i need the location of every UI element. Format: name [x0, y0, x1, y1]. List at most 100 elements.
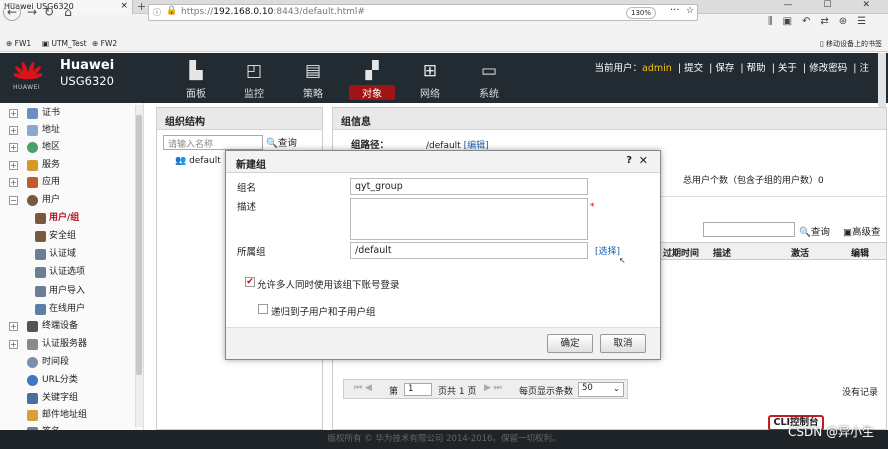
sidebar-item-auth-server[interactable]: + 认证服务器: [0, 336, 134, 353]
new-tab-button[interactable]: +: [137, 0, 146, 13]
description-textarea[interactable]: [350, 198, 588, 240]
sidebar-item-security-group[interactable]: 安全组: [0, 228, 134, 245]
sidebar-item-region[interactable]: + 地区: [0, 139, 134, 156]
group-name-input[interactable]: qyt_group: [350, 178, 588, 195]
nav-object[interactable]: ▞ 对象: [347, 60, 397, 102]
sidebar-item-auth-domain[interactable]: 认证域: [0, 246, 134, 263]
sidebar-item-user-group[interactable]: 用户/组: [0, 210, 134, 227]
col-edit[interactable]: 编辑: [851, 246, 869, 259]
sidebar-item-time-range[interactable]: 时间段: [0, 354, 134, 371]
col-expiry[interactable]: 过期时间: [663, 246, 699, 259]
next-page-icon[interactable]: ▶ ⏭: [484, 383, 502, 393]
nav-network[interactable]: ⊞ 网络: [405, 60, 455, 102]
nav-monitor[interactable]: ◰ 监控: [229, 60, 279, 102]
sidebar-item-auth-options[interactable]: 认证选项: [0, 264, 134, 281]
bookmark-fw1[interactable]: ⊕ FW1: [6, 39, 31, 48]
clock-icon: [27, 357, 38, 368]
bookmark-star-icon[interactable]: ☆: [686, 6, 694, 16]
sidebar-item-mail-address-group[interactable]: 邮件地址组: [0, 407, 134, 424]
change-password-link[interactable]: 修改密码: [809, 63, 847, 74]
sidebar-item-keyword-group[interactable]: 关键字组: [0, 390, 134, 407]
browser-toolbar-icons[interactable]: ⫼▣↶⇄⊛☰: [768, 16, 876, 27]
expand-icon[interactable]: +: [9, 143, 18, 152]
select-group-link[interactable]: [选择]: [595, 244, 620, 257]
sidebar: + 证书 + 地址 + 地区 + 服务 + 应用 − 用户 用户/组 安全组 认证域 认证选…: [0, 103, 144, 430]
reload-icon[interactable]: ↻: [40, 3, 58, 21]
sidebar-item-certificate[interactable]: + 证书: [0, 105, 134, 122]
expand-icon[interactable]: +: [9, 161, 18, 170]
dialog-header: 新建组 ? ✕: [226, 151, 660, 173]
zoom-level[interactable]: 130%: [626, 7, 657, 19]
parent-group-label: 所属组: [237, 247, 266, 258]
expand-icon[interactable]: +: [9, 109, 18, 118]
window-controls[interactable]: — ☐ ✕: [784, 0, 884, 10]
page-actions-icon[interactable]: ···: [670, 5, 680, 16]
expand-icon[interactable]: +: [9, 340, 18, 349]
expand-icon[interactable]: +: [9, 322, 18, 331]
bookmarks-bar: ⊕ FW1 ▣ UTM_Test ⊕ FW2 ▯ 移动设备上的书签: [0, 38, 888, 52]
forward-arrow-icon[interactable]: →: [23, 3, 41, 21]
mobile-bookmarks[interactable]: ▯ 移动设备上的书签: [820, 39, 882, 49]
bookmark-utm-test[interactable]: ▣ UTM_Test: [42, 39, 87, 48]
logout-link[interactable]: 注: [859, 63, 869, 74]
sidebar-item-service[interactable]: + 服务: [0, 157, 134, 174]
commit-link[interactable]: 提交: [684, 63, 703, 74]
auth-server-icon: [27, 339, 38, 350]
group-icon: 👥: [175, 156, 187, 166]
sidebar-item-terminal-device[interactable]: + 终端设备: [0, 318, 134, 335]
terminal-device-icon: [27, 321, 38, 332]
help-link[interactable]: 帮助: [747, 63, 766, 74]
lock-warning-icon[interactable]: 🔒: [166, 6, 177, 16]
org-query-button[interactable]: 🔍查询: [266, 135, 297, 149]
parent-group-input[interactable]: /default: [350, 242, 588, 259]
system-icon: ▭: [480, 61, 498, 81]
sidebar-item-application[interactable]: + 应用: [0, 174, 134, 191]
recursive-label: 递归到子用户和子用户组: [271, 307, 376, 318]
info-panel-title: 组信息: [333, 108, 886, 130]
search-icon: 🔍: [266, 138, 278, 149]
sidebar-item-online-users[interactable]: 在线用户: [0, 301, 134, 318]
sidebar-item-user[interactable]: − 用户: [0, 192, 134, 209]
org-search-input[interactable]: 请输入名称: [163, 135, 263, 150]
certificate-icon: [27, 108, 38, 119]
col-active[interactable]: 激活: [791, 246, 809, 259]
recursive-checkbox[interactable]: [258, 304, 268, 314]
expand-icon[interactable]: +: [9, 178, 18, 187]
header-user-links: 当前用户：admin | 提交 | 保存 | 帮助 | 关于 | 修改密码 | …: [594, 63, 869, 74]
footer-copyright: 版权所有 © 华为技术有限公司 2014-2016。保留一切权利。: [0, 430, 888, 449]
sidebar-item-user-import[interactable]: 用户导入: [0, 283, 134, 300]
help-icon[interactable]: ?: [626, 155, 632, 166]
search-icon: 🔍: [799, 227, 811, 238]
home-icon[interactable]: ⌂: [59, 3, 77, 21]
bookmark-fw2[interactable]: ⊕ FW2: [92, 39, 117, 48]
tree-node-default[interactable]: 👥 default: [175, 156, 221, 166]
auth-domain-icon: [35, 249, 46, 260]
nav-policy[interactable]: ▤ 策略: [288, 60, 338, 102]
per-page-select[interactable]: 50 ⌄: [578, 382, 624, 397]
nav-system[interactable]: ▭ 系统: [464, 60, 514, 102]
col-description[interactable]: 描述: [713, 246, 731, 259]
mail-icon: [27, 410, 38, 421]
cancel-button[interactable]: 取消: [600, 334, 646, 353]
keyword-group-icon: [27, 393, 38, 404]
back-arrow-icon[interactable]: ←: [3, 3, 21, 21]
collapse-icon[interactable]: −: [9, 196, 18, 205]
list-query-button[interactable]: 🔍查询: [799, 224, 830, 238]
info-icon[interactable]: ⓘ: [153, 7, 161, 18]
advanced-query-button[interactable]: ▣高级查: [843, 224, 881, 238]
multi-login-checkbox[interactable]: ✔: [245, 277, 255, 287]
expand-icon[interactable]: +: [9, 126, 18, 135]
save-link[interactable]: 保存: [715, 63, 734, 74]
first-page-icon[interactable]: ⏮ ◀: [354, 383, 372, 393]
address-bar[interactable]: ⓘ 🔒 https://192.168.0.10:8443/default.ht…: [148, 4, 698, 21]
close-icon[interactable]: ✕: [639, 154, 648, 167]
sidebar-item-address[interactable]: + 地址: [0, 122, 134, 139]
ok-button[interactable]: 确定: [547, 334, 593, 353]
sidebar-scrollbar-thumb[interactable]: [136, 115, 142, 375]
list-search-input[interactable]: [703, 222, 795, 237]
tab-close-icon[interactable]: ×: [120, 1, 128, 11]
page-number-input[interactable]: 1: [404, 383, 432, 396]
about-link[interactable]: 关于: [778, 63, 797, 74]
nav-dashboard[interactable]: ▙ 面板: [171, 60, 221, 102]
sidebar-item-url-category[interactable]: URL分类: [0, 372, 134, 389]
